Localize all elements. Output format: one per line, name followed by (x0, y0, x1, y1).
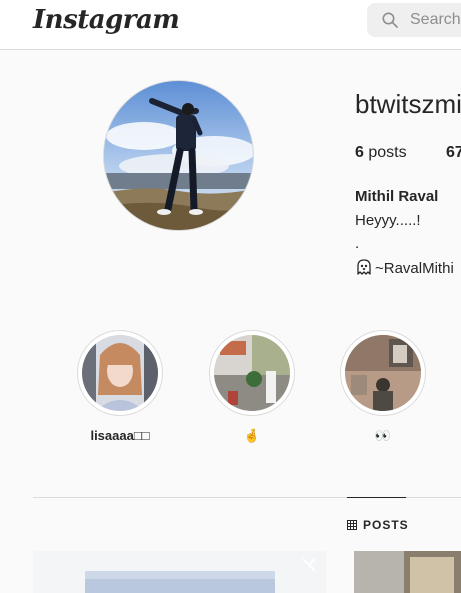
search-icon (382, 12, 398, 28)
posts-stat[interactable]: 6 posts (355, 143, 407, 163)
search-placeholder: Search (410, 11, 461, 28)
active-tab-indicator (347, 497, 406, 498)
search-input[interactable]: Search (367, 3, 461, 37)
instagram-logo[interactable]: Instagram (33, 4, 180, 36)
posts-label: posts (368, 144, 407, 161)
grid-icon (347, 520, 357, 530)
highlight-cover-ring (340, 330, 426, 416)
highlight-cover-ring (209, 330, 295, 416)
profile-username: btwitszmi (355, 89, 461, 119)
highlight-cover-image (82, 335, 158, 411)
highlight-label: lisaaaa□□ (90, 428, 150, 443)
highlight-cover-image (345, 335, 421, 411)
profile-full-name: Mithil Raval (355, 188, 439, 205)
ghost-icon (357, 259, 371, 275)
bio-line: Heyyy.....! (355, 212, 421, 229)
post-image (354, 551, 461, 593)
post-thumbnail[interactable] (33, 551, 326, 593)
highlight-label: 🤞 (243, 428, 261, 443)
highlight-cover-ring (77, 330, 163, 416)
followers-count[interactable]: 67 (446, 143, 461, 163)
avatar-photo (104, 81, 253, 230)
tab-posts[interactable]: POSTS (347, 518, 409, 532)
post-thumbnail[interactable] (354, 551, 461, 593)
highlight-item[interactable]: 👀 (340, 330, 426, 444)
post-image (33, 551, 326, 593)
highlight-item[interactable]: 🤞 (209, 330, 295, 444)
tab-posts-label: POSTS (363, 518, 409, 532)
profile-avatar[interactable] (103, 80, 254, 231)
bio-line-with-icon: ~RavalMithi (355, 258, 454, 279)
posts-count: 6 (355, 144, 364, 161)
highlight-item[interactable]: lisaaaa□□ (77, 330, 163, 444)
highlight-cover-image (214, 335, 290, 411)
top-nav-bar: Instagram Search (0, 0, 461, 50)
instagram-profile-page: Instagram Search btwitszmi 6 posts 67 Mi… (0, 0, 461, 593)
bio-line: . (355, 235, 360, 252)
highlight-label: 👀 (374, 428, 392, 443)
bio-text: ~RavalMithi (375, 260, 454, 277)
